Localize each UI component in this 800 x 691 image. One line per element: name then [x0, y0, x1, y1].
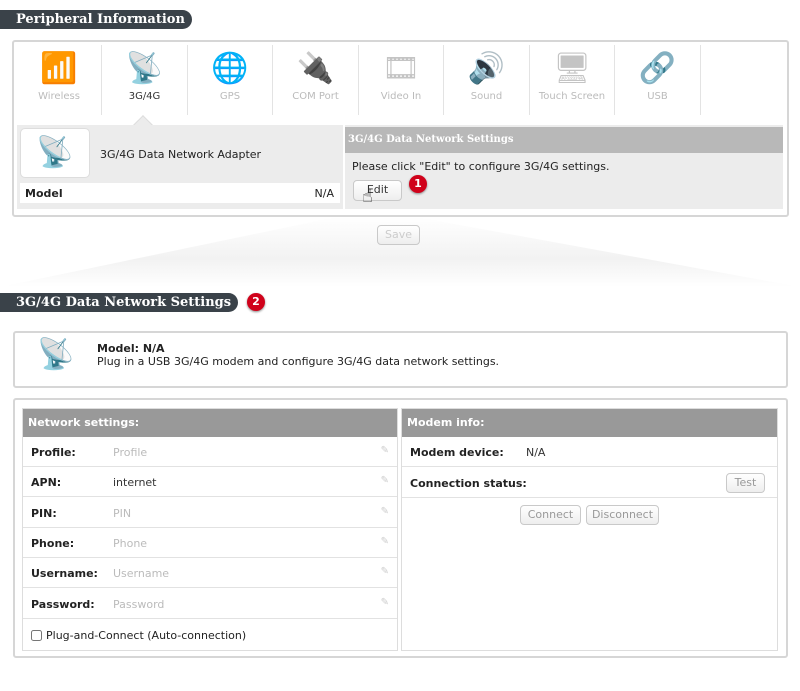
cell-tower-icon: 📡	[20, 128, 90, 178]
field-row-phone: Phone: Phone ✎	[23, 528, 397, 558]
modem-device-value: N/A	[526, 446, 546, 459]
tab-com-port[interactable]: 🔌 COM Port	[274, 45, 359, 115]
edit-button[interactable]: Edit	[353, 180, 402, 201]
test-button[interactable]: Test	[726, 473, 765, 493]
cell-tower-icon: 📡	[37, 337, 75, 372]
modem-device-row: Modem device: N/A	[402, 437, 777, 467]
field-input[interactable]: Username	[113, 567, 169, 580]
field-input[interactable]: internet	[113, 476, 157, 489]
field-input[interactable]: Phone	[113, 537, 147, 550]
settings-hint: Please click "Edit" to configure 3G/4G s…	[352, 160, 610, 173]
field-row-apn: APN: internet ✎	[23, 467, 397, 498]
field-label: Username:	[31, 567, 98, 581]
field-row-username: Username: Username ✎	[23, 558, 397, 589]
save-button[interactable]: Save	[377, 225, 420, 245]
modem-info-box: 📡 Model: N/A Plug in a USB 3G/4G modem a…	[13, 331, 788, 388]
auto-connect-checkbox[interactable]	[31, 630, 42, 641]
field-row-profile: Profile: Profile ✎	[23, 437, 397, 467]
tab-3g-4g[interactable]: 📡 3G/4G	[103, 45, 188, 115]
step-badge-1: 1	[409, 175, 427, 193]
modem-info-section: Modem info: Modem device: N/A Connection…	[401, 408, 778, 651]
connection-status-label: Connection status:	[410, 477, 527, 490]
auto-connect-label: Plug-and-Connect (Auto-connection)	[46, 629, 247, 642]
modem-device-label: Modem device:	[410, 446, 504, 459]
cell-tower-icon: 📡	[125, 50, 164, 86]
connect-button[interactable]: Connect	[520, 505, 581, 525]
model-line: Model: N/A	[97, 342, 165, 355]
field-input[interactable]: Password	[113, 598, 164, 611]
touch-screen-icon: 🖥	[552, 50, 592, 86]
settings-summary-title: 3G/4G Data Network Settings	[345, 127, 783, 153]
device-name: 3G/4G Data Network Adapter	[100, 148, 262, 161]
modem-description: Plug in a USB 3G/4G modem and configure …	[97, 355, 500, 368]
device-summary: 📡 3G/4G Data Network Adapter Model N/A	[17, 125, 343, 209]
av-cable-icon: 🎞	[381, 50, 421, 86]
pencil-icon: ✎	[380, 596, 389, 608]
tab-label: Wireless	[38, 91, 80, 102]
disconnect-button[interactable]: Disconnect	[586, 505, 659, 525]
field-label: PIN:	[31, 506, 57, 520]
auto-connect-option[interactable]: Plug-and-Connect (Auto-connection)	[31, 629, 246, 642]
pencil-icon: ✎	[380, 566, 389, 578]
router-icon: 📶	[40, 50, 78, 86]
tab-usb[interactable]: 🔗 USB	[616, 45, 701, 115]
tab-label: COM Port	[292, 91, 339, 102]
field-input[interactable]: Profile	[113, 446, 147, 459]
step-badge-2: 2	[247, 293, 265, 311]
field-label: Profile:	[31, 446, 76, 459]
network-settings-title: Network settings:	[23, 409, 397, 437]
tab-label: 3G/4G	[128, 91, 161, 102]
field-row-pin: PIN: PIN ✎	[23, 498, 397, 528]
pencil-icon: ✎	[380, 475, 389, 487]
field-input[interactable]: PIN	[113, 507, 131, 520]
tab-label: Touch Screen	[538, 91, 606, 102]
pencil-icon: ✎	[380, 535, 389, 547]
tab-wireless[interactable]: 📶 Wireless	[17, 45, 102, 115]
globe-search-icon: 🌐	[211, 50, 249, 86]
tab-sound[interactable]: 🔊 Sound	[445, 45, 530, 115]
serial-cable-icon: 🔌	[296, 50, 335, 86]
model-label: Model	[25, 187, 63, 200]
network-settings-header: 3G/4G Data Network Settings	[0, 293, 238, 312]
tab-label: USB	[647, 91, 668, 102]
field-label: Phone:	[31, 536, 75, 550]
peripheral-info-header: Peripheral Information	[0, 10, 192, 29]
pencil-icon: ✎	[380, 445, 389, 456]
hand-cursor-icon: ☝	[362, 186, 373, 207]
settings-summary: 3G/4G Data Network Settings Please click…	[345, 125, 783, 209]
field-label: APN:	[31, 476, 62, 490]
tab-gps[interactable]: 🌐 GPS	[188, 45, 273, 115]
modem-info-title: Modem info:	[402, 409, 777, 437]
usb-icon: 🔗	[638, 50, 677, 86]
model-row: Model N/A	[20, 183, 340, 203]
tab-touch-screen[interactable]: 🖥 Touch Screen	[530, 45, 615, 115]
speaker-icon: 🔊	[467, 50, 506, 86]
tab-label: GPS	[219, 91, 241, 102]
pencil-icon: ✎	[380, 505, 389, 517]
tab-video-in[interactable]: 🎞 Video In	[359, 45, 444, 115]
model-value: N/A	[314, 187, 334, 200]
network-settings-section: Network settings: Profile: Profile ✎ APN:…	[22, 408, 398, 651]
field-row-password: Password: Password ✎	[23, 589, 397, 619]
tab-label: Sound	[470, 91, 503, 102]
tab-label: Video In	[380, 91, 422, 102]
field-label: Password:	[31, 597, 95, 611]
connection-status-row: Connection status: Test	[402, 468, 777, 498]
